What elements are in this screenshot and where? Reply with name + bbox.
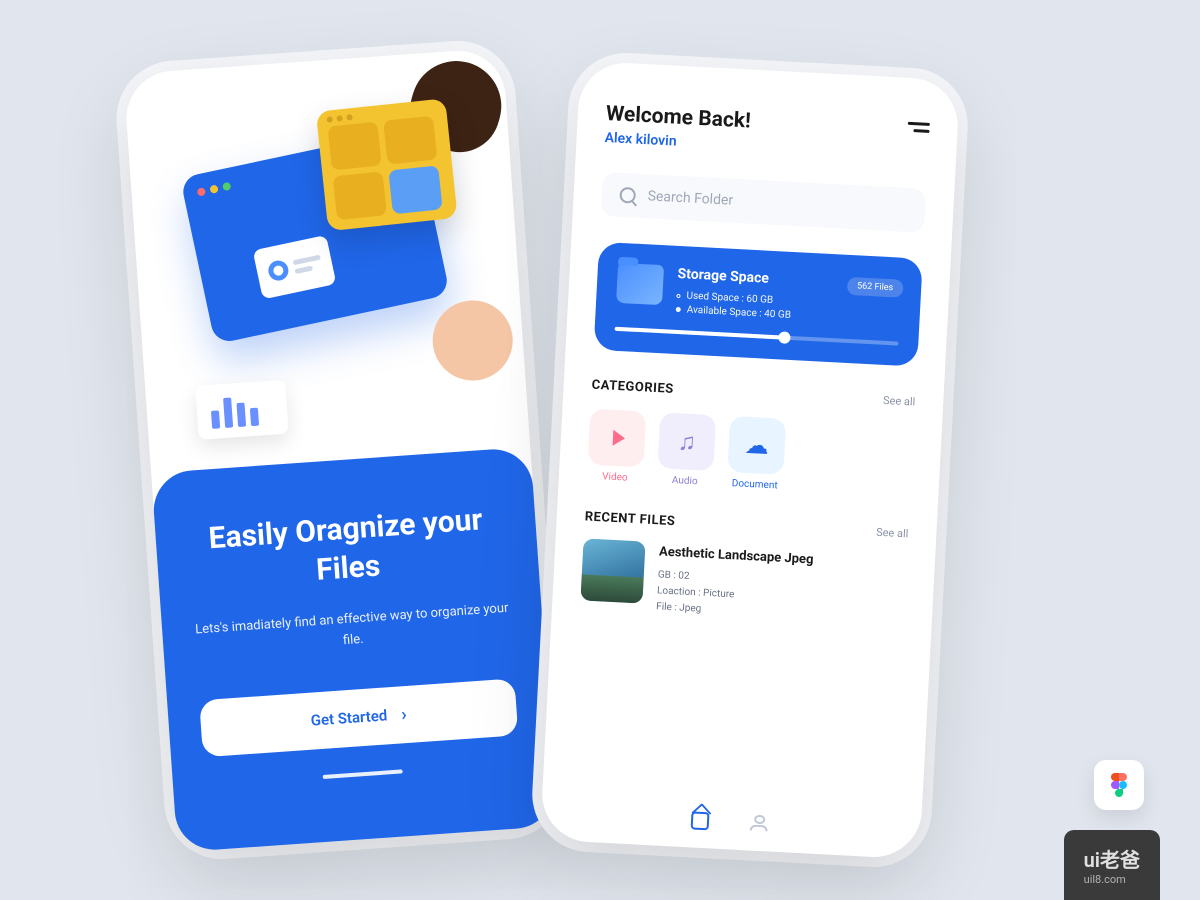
onboarding-title: Easily Oragnize your Files (187, 499, 508, 599)
document-icon: ☁ (727, 416, 786, 475)
recent-file-item[interactable]: Aesthetic Landscape Jpeg GB : 02 Loactio… (580, 538, 907, 628)
figma-icon (1094, 760, 1144, 810)
watermark-url: uil8.com (1084, 873, 1140, 886)
chart-card-illustration (195, 380, 289, 440)
recent-files-heading: RECENT FILES (584, 509, 675, 529)
category-document[interactable]: ☁ Document (726, 416, 786, 492)
menu-icon[interactable] (907, 118, 930, 137)
welcome-text: Welcome Back! (605, 102, 751, 134)
folder-icon (616, 263, 664, 305)
used-space-label: Used Space : 60 GB (686, 290, 773, 306)
category-label: Document (726, 478, 782, 492)
hand-illustration (430, 298, 515, 383)
home-indicator (323, 769, 403, 779)
storage-card[interactable]: Storage Space Used Space : 60 GB Availab… (594, 242, 923, 367)
onboarding-subtitle: Lets's imadiately find an effective way … (194, 599, 512, 663)
dashboard-illustration (180, 128, 450, 344)
categories-heading: CATEGORIES (591, 378, 674, 397)
username: Alex kilovin (604, 130, 750, 154)
file-thumbnail (580, 538, 645, 603)
get-started-label: Get Started (310, 706, 388, 729)
category-label: Audio (657, 474, 713, 488)
audio-icon (657, 412, 716, 471)
watermark-brand: ui老爸 (1084, 844, 1140, 873)
search-icon (619, 187, 636, 204)
storage-progress[interactable] (615, 327, 899, 346)
home-screen: Welcome Back! Alex kilovin Search Folder… (540, 61, 960, 860)
file-name: Aesthetic Landscape Jpeg (658, 542, 813, 571)
category-label: Video (587, 470, 643, 484)
bottom-nav (690, 811, 771, 835)
available-space-label: Available Space : 40 GB (686, 304, 791, 320)
get-started-button[interactable]: Get Started › (199, 678, 518, 757)
categories-list: Video Audio ☁ Document (587, 409, 914, 499)
nav-home-icon[interactable] (690, 811, 711, 832)
video-icon (588, 409, 647, 468)
recent-see-all-link[interactable]: See all (876, 526, 909, 541)
hero-illustration (145, 69, 509, 442)
watermark: ui老爸 uil8.com (1064, 830, 1160, 900)
nav-profile-icon[interactable] (750, 815, 771, 836)
categories-see-all-link[interactable]: See all (883, 394, 916, 409)
header: Welcome Back! Alex kilovin (604, 102, 930, 163)
category-audio[interactable]: Audio (657, 412, 717, 488)
search-input[interactable]: Search Folder (601, 172, 927, 233)
search-placeholder: Search Folder (647, 188, 733, 208)
cta-panel: Easily Oragnize your Files Lets's imadia… (151, 447, 557, 853)
files-count-badge: 562 Files (847, 277, 904, 298)
onboarding-screen: Easily Oragnize your Files Lets's imadia… (123, 48, 556, 853)
chevron-right-icon: › (400, 704, 407, 725)
category-video[interactable]: Video (587, 409, 647, 485)
